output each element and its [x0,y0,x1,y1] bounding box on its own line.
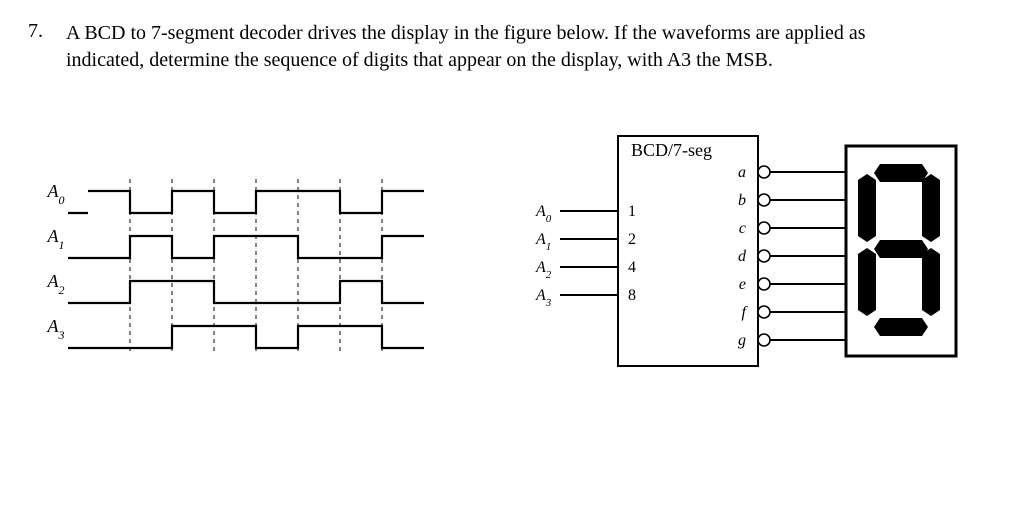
svg-text:A3: A3 [535,287,552,309]
decoder-label: BCD/7-seg [631,140,712,160]
svg-text:-: - [34,161,39,167]
svg-text:e: e [739,276,746,293]
svg-text:8: 8 [628,287,636,304]
svg-text:A3: A3 [47,316,65,342]
svg-text:A0: A0 [535,203,552,225]
decoder-block [618,136,758,366]
svg-text:2: 2 [628,231,636,248]
block-diagram: BCD/7-seg A01A12A24A38 abcdefg [488,126,968,416]
question-text: A BCD to 7-segment decoder drives the di… [66,20,926,74]
svg-text:g: g [738,332,746,349]
timing-waveforms: A0 A1 A2 A3 - [28,161,448,381]
svg-text:A1: A1 [535,231,551,253]
svg-text:1: 1 [628,203,636,220]
svg-text:A2: A2 [47,271,65,297]
svg-text:A0: A0 [47,181,65,207]
svg-text:b: b [738,192,746,209]
svg-text:d: d [738,248,747,265]
svg-text:A2: A2 [535,259,552,281]
svg-text:4: 4 [628,259,636,276]
svg-text:A1: A1 [47,226,65,252]
svg-text:a: a [738,164,746,181]
question-number: 7. [28,20,56,43]
svg-text:c: c [739,220,746,237]
